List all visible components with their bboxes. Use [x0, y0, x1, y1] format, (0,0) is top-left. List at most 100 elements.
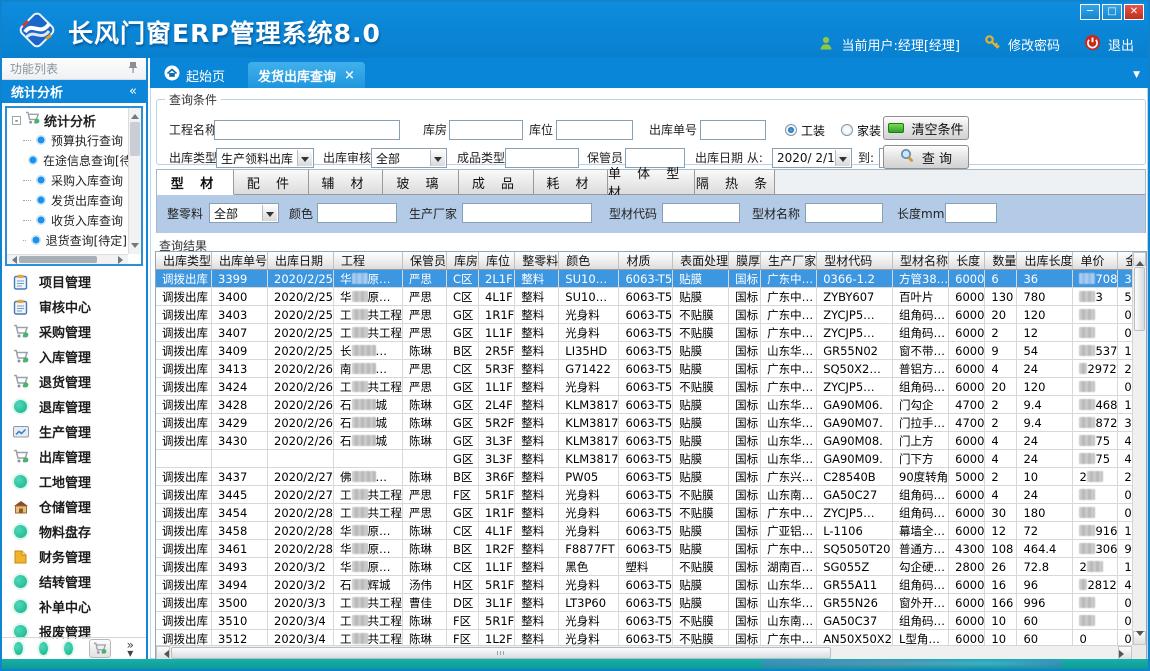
material-tab[interactable]: 辅 材: [309, 170, 383, 195]
table-row[interactable]: 调拨出库34942020/3/2石辉城汤伟H区5R1F整料光身料6063-T5贴…: [156, 576, 1132, 594]
collapse-icon[interactable]: «: [129, 84, 137, 99]
module-dot-icon[interactable]: [39, 642, 48, 655]
clear-conditions-button[interactable]: 清空条件: [883, 116, 969, 140]
logout-link[interactable]: 退出: [1108, 35, 1134, 54]
material-tab[interactable]: 耗 材: [534, 170, 608, 195]
close-button[interactable]: ✕: [1124, 4, 1144, 20]
column-header[interactable]: 颜色: [559, 252, 619, 270]
material-tab[interactable]: 成 品: [459, 170, 534, 195]
close-tab-icon[interactable]: ×: [344, 68, 355, 83]
product-type-input[interactable]: [505, 148, 579, 168]
sidebar-menu-item[interactable]: 出库管理: [2, 444, 146, 469]
table-row[interactable]: 调拨出库35122020/3/4工共工程陈琳F区1L2F整料光身料6063-T5…: [156, 630, 1132, 646]
column-header[interactable]: 出库类型: [156, 252, 212, 270]
tree-item[interactable]: 预算执行查询: [9, 130, 127, 150]
table-row[interactable]: 调拨出库34032020/2/25工共工程严思G区1R1F整料光身料6063-T…: [156, 306, 1132, 324]
profile-code-input[interactable]: [662, 203, 740, 223]
tab-home[interactable]: 起始页: [154, 62, 235, 88]
sidebar-menu-item[interactable]: 财务管理: [2, 544, 146, 569]
scroll-thumb[interactable]: [19, 256, 97, 263]
tree-item[interactable]: 发货出库查询: [9, 190, 127, 210]
change-password-link[interactable]: 修改密码: [1008, 35, 1060, 54]
material-tab[interactable]: 玻 璃: [383, 170, 459, 195]
dropdown-caret-icon[interactable]: [262, 205, 277, 221]
color-input[interactable]: [317, 203, 397, 223]
scroll-thumb[interactable]: [130, 122, 140, 156]
tree-root[interactable]: - 统计分析: [9, 110, 127, 130]
column-header[interactable]: 长度: [949, 252, 985, 270]
module-dot-icon[interactable]: [14, 642, 23, 655]
column-header[interactable]: 工程: [334, 252, 403, 270]
column-header[interactable]: 出库单号: [212, 252, 268, 270]
dropdown-caret-icon[interactable]: [835, 150, 850, 166]
audit-select[interactable]: 全部: [371, 148, 447, 168]
table-row[interactable]: 调拨出库34132020/2/26南…严思C区5R3F整料G714226063-…: [156, 360, 1132, 378]
tree-expander-icon[interactable]: -: [12, 116, 21, 125]
column-header[interactable]: 金: [1118, 252, 1132, 270]
radio-option[interactable]: 家装: [841, 120, 881, 140]
dropdown-caret-icon[interactable]: [430, 150, 445, 166]
tree-item[interactable]: 收货入库查询: [9, 210, 127, 230]
search-button[interactable]: 查 询: [883, 145, 969, 169]
whole-piece-select[interactable]: 全部: [209, 203, 279, 223]
sidebar-menu-item[interactable]: 退库管理: [2, 394, 146, 419]
column-header[interactable]: 型材代码: [817, 252, 893, 270]
tree-item[interactable]: 采购入库查询: [9, 170, 127, 190]
column-header[interactable]: 库房: [447, 252, 479, 270]
table-row[interactable]: 调拨出库34002020/2/25华原…严思C区4L1F整料SU10…6063-…: [156, 288, 1132, 306]
section-header[interactable]: 统计分析 «: [2, 80, 146, 103]
out-type-select[interactable]: 生产领料出库: [216, 148, 314, 168]
material-tab[interactable]: 配 件: [234, 170, 309, 195]
tree-item[interactable]: 退货查询[待定]: [9, 230, 127, 250]
radio-option[interactable]: 工装: [785, 120, 825, 140]
column-header[interactable]: 出库长度: [1017, 252, 1073, 270]
tree-v-scrollbar[interactable]: [128, 108, 141, 254]
more-modules-button[interactable]: »▾: [127, 641, 134, 657]
table-row[interactable]: 调拨出库35102020/3/4工共工程陈琳F区5R1F整料光身料6063-T5…: [156, 612, 1132, 630]
minimize-button[interactable]: ─: [1080, 4, 1100, 20]
sidebar-menu-item[interactable]: 采购管理: [2, 319, 146, 344]
table-row[interactable]: 调拨出库34282020/2/26石城陈琳G区2L4F整料KLM38176063…: [156, 396, 1132, 414]
column-header[interactable]: 库位: [479, 252, 515, 270]
scroll-thumb[interactable]: [171, 647, 831, 659]
sidebar-menu-item[interactable]: 物料盘存: [2, 519, 146, 544]
profile-name-input[interactable]: [805, 203, 883, 223]
module-dot-icon[interactable]: [64, 642, 73, 655]
table-row[interactable]: 调拨出库33992020/2/25华原…严思C区2L1F整料SU10…6063-…: [156, 270, 1132, 288]
dropdown-caret-icon[interactable]: [297, 150, 312, 166]
sidebar-menu-item[interactable]: 项目管理: [2, 269, 146, 294]
material-tab[interactable]: 型 材: [157, 170, 234, 195]
column-header[interactable]: 整零料: [515, 252, 559, 270]
table-v-scrollbar[interactable]: [1132, 252, 1146, 645]
column-header[interactable]: 数量: [985, 252, 1017, 270]
sidebar-menu-item[interactable]: 补单中心: [2, 594, 146, 619]
table-row[interactable]: 调拨出库34292020/2/26石城陈琳G区5R2F整料KLM38176063…: [156, 414, 1132, 432]
table-row[interactable]: 调拨出库34372020/2/27佛…陈琳B区3R6F整料PW056063-T5…: [156, 468, 1132, 486]
sidebar-menu-item[interactable]: 仓储管理: [2, 494, 146, 519]
tab-list-caret-icon[interactable]: ▼: [1133, 70, 1140, 80]
scroll-thumb[interactable]: [1134, 267, 1145, 331]
column-header[interactable]: 膜厚: [729, 252, 761, 270]
column-header[interactable]: 生产厂家: [761, 252, 817, 270]
table-row[interactable]: 调拨出库34072020/2/25工共工程严思G区1L1F整料光身料6063-T…: [156, 324, 1132, 342]
table-row[interactable]: 调拨出库34542020/2/28工共工程严思G区1R1F整料光身料6063-T…: [156, 504, 1132, 522]
column-header[interactable]: 单价: [1073, 252, 1118, 270]
length-input[interactable]: [945, 203, 997, 223]
table-row[interactable]: 调拨出库34092020/2/25长…陈琳B区2R5F整料LI35HD6063-…: [156, 342, 1132, 360]
tree-h-scrollbar[interactable]: [7, 254, 128, 264]
table-h-scrollbar[interactable]: [156, 645, 1132, 660]
column-header[interactable]: 出库日期: [268, 252, 334, 270]
module-cart-button[interactable]: [89, 639, 111, 658]
table-row[interactable]: 调拨出库34612020/2/28华原…陈琳B区1R2F整料F8877FT606…: [156, 540, 1132, 558]
maker-input[interactable]: [462, 203, 592, 223]
material-tab[interactable]: 单 体 型 材: [608, 170, 695, 195]
sidebar-menu-item[interactable]: 结转管理: [2, 569, 146, 594]
column-header[interactable]: 材质: [619, 252, 673, 270]
sidebar-menu-item[interactable]: 退货管理: [2, 369, 146, 394]
table-row[interactable]: G区3L3F整料KLM38176063-T5贴膜国标山东华…GA90M09.门下…: [156, 450, 1132, 468]
location-input[interactable]: [556, 120, 633, 140]
sidebar-menu-item[interactable]: 入库管理: [2, 344, 146, 369]
order-no-input[interactable]: [700, 120, 766, 140]
column-header[interactable]: 保管员: [403, 252, 447, 270]
tree-item[interactable]: 在途信息查询[待: [9, 150, 127, 170]
